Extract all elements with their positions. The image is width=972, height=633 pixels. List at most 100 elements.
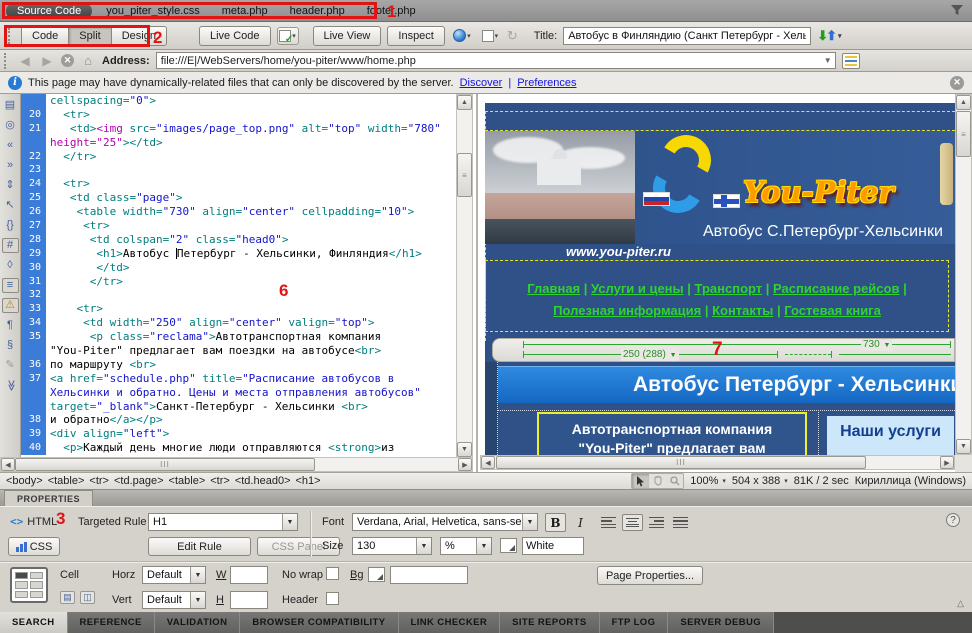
- tag-selector-item[interactable]: <table>: [48, 475, 85, 487]
- discover-link[interactable]: Discover: [460, 77, 503, 89]
- width-field[interactable]: [230, 566, 268, 584]
- align-left-icon[interactable]: [598, 514, 619, 531]
- table-width-bar[interactable]: 730 ▼ 250 (288) ▼: [492, 338, 955, 362]
- inner-width-menu[interactable]: 250 (288) ▼: [621, 349, 679, 361]
- nav-link[interactable]: Главная: [527, 281, 580, 296]
- edit-rule-button[interactable]: Edit Rule: [148, 537, 251, 556]
- bold-button[interactable]: B: [545, 513, 566, 532]
- forward-icon[interactable]: ▶: [39, 54, 55, 68]
- align-justify-icon[interactable]: [670, 514, 691, 531]
- related-file[interactable]: footer.php: [367, 5, 416, 17]
- tag-selector-item[interactable]: <tr>: [210, 475, 230, 487]
- results-tab-browser-compatibility[interactable]: BROWSER COMPATIBILITY: [240, 612, 398, 633]
- syntax-error-alerts-icon[interactable]: ⚠: [2, 298, 19, 313]
- reclama-cell-selected[interactable]: Автотранспортная компания "You-Piter" пр…: [537, 412, 807, 455]
- hand-tool-icon[interactable]: [649, 474, 666, 488]
- tag-selector-item[interactable]: <td.head0>: [235, 475, 291, 487]
- stop-icon[interactable]: ✕: [61, 54, 74, 67]
- services-cell[interactable]: Наши услуги: [827, 416, 954, 455]
- highlight-invalid-code-icon[interactable]: ◊: [2, 258, 19, 273]
- code-scroll-thumb[interactable]: ≡: [457, 153, 472, 197]
- tag-selector-item[interactable]: <table>: [169, 475, 206, 487]
- address-dropdown-icon[interactable]: ▼: [821, 56, 835, 65]
- select-parent-tag-icon[interactable]: ↖: [2, 198, 19, 213]
- home-icon[interactable]: ⌂: [80, 53, 96, 68]
- panel-collapse-icon[interactable]: △: [957, 598, 964, 609]
- code-vertical-scrollbar[interactable]: ▲ ≡ ▼: [456, 94, 473, 458]
- split-cell-icon[interactable]: ◫: [80, 591, 95, 604]
- italic-button[interactable]: I: [570, 513, 591, 532]
- inspect-button[interactable]: Inspect: [387, 26, 444, 46]
- collapse-full-tag-icon[interactable]: «: [2, 138, 19, 153]
- live-view-button[interactable]: Live View: [313, 26, 382, 46]
- live-code-button[interactable]: Live Code: [199, 26, 271, 46]
- word-wrap-icon[interactable]: ≡: [2, 278, 19, 293]
- scroll-left-icon[interactable]: ◀: [1, 458, 15, 471]
- remove-comment-icon[interactable]: §: [2, 338, 19, 353]
- size-unit-select[interactable]: %▼: [440, 537, 492, 555]
- design-canvas[interactable]: You-Piter Автобус С.Петербург-Хельсинки …: [480, 94, 955, 455]
- nav-link[interactable]: Расписание рейсов: [773, 281, 899, 296]
- preferences-link[interactable]: Preferences: [517, 77, 576, 89]
- toolbar-grip[interactable]: [8, 28, 13, 44]
- title-input[interactable]: [563, 27, 811, 45]
- text-color-field[interactable]: [522, 537, 584, 555]
- apply-comment-icon[interactable]: ¶: [2, 318, 19, 333]
- address-input[interactable]: [157, 55, 821, 67]
- tag-selector-item[interactable]: <td.page>: [114, 475, 164, 487]
- results-tab-ftp-log[interactable]: FTP LOG: [600, 612, 669, 633]
- horz-select[interactable]: Default▼: [142, 566, 206, 584]
- nav-link[interactable]: Услуги и цены: [591, 281, 684, 296]
- split-view-button[interactable]: Split: [68, 26, 111, 46]
- balance-braces-icon[interactable]: {}: [2, 218, 19, 233]
- align-right-icon[interactable]: [646, 514, 667, 531]
- css-mode-button[interactable]: CSS: [8, 537, 60, 556]
- code-view-button[interactable]: Code: [21, 26, 69, 46]
- preview-in-browser-icon[interactable]: ▾: [451, 27, 473, 45]
- zoom-tool-icon[interactable]: [666, 474, 683, 488]
- design-vertical-scrollbar[interactable]: ▲ ≡ ▼: [955, 94, 972, 455]
- font-select[interactable]: Verdana, Arial, Helvetica, sans-serif▼: [352, 513, 538, 531]
- scroll-down-icon[interactable]: ▼: [956, 439, 971, 454]
- tag-selector-item[interactable]: <h1>: [296, 475, 321, 487]
- expand-all-icon[interactable]: ⇕: [2, 178, 19, 193]
- align-center-icon[interactable]: [622, 514, 643, 531]
- targeted-rule-select[interactable]: H1▼: [148, 513, 298, 531]
- help-icon[interactable]: ?: [946, 513, 960, 527]
- merge-cells-icon[interactable]: ▤: [60, 591, 75, 604]
- height-field[interactable]: [230, 591, 268, 609]
- no-wrap-checkbox[interactable]: [326, 567, 339, 580]
- file-management-icon[interactable]: ⬇⬆▾: [817, 28, 841, 44]
- results-tab-server-debug[interactable]: SERVER DEBUG: [668, 612, 774, 633]
- html-mode-button[interactable]: <> HTML: [10, 515, 57, 528]
- nav-link[interactable]: Транспорт: [695, 281, 763, 296]
- size-select[interactable]: 130▼: [352, 537, 432, 555]
- results-tab-validation[interactable]: VALIDATION: [155, 612, 241, 633]
- scroll-up-icon[interactable]: ▲: [457, 95, 472, 110]
- outer-width-menu[interactable]: 730 ▼: [861, 339, 892, 351]
- address-bar-grip[interactable]: [4, 53, 9, 69]
- view-options-icon[interactable]: [842, 53, 860, 69]
- line-numbers-icon[interactable]: #: [2, 238, 19, 253]
- validate-markup-icon[interactable]: ▾: [479, 27, 501, 45]
- code-horizontal-scrollbar[interactable]: ◀ III ▶: [0, 457, 473, 472]
- filter-related-files-icon[interactable]: [950, 4, 964, 19]
- vert-select[interactable]: Default▼: [142, 591, 206, 609]
- open-documents-icon[interactable]: ▤: [2, 98, 19, 113]
- close-info-bar-icon[interactable]: ✕: [950, 76, 964, 90]
- properties-tab[interactable]: PROPERTIES: [4, 490, 93, 506]
- scroll-left-icon[interactable]: ◀: [481, 456, 495, 469]
- magnification-select[interactable]: 100%▾: [690, 475, 726, 487]
- results-tab-search[interactable]: SEARCH: [0, 612, 68, 633]
- header-checkbox[interactable]: [326, 592, 339, 605]
- design-horizontal-scrollbar[interactable]: ◀ III ▶: [480, 455, 955, 470]
- design-view-button[interactable]: Design: [111, 26, 167, 46]
- scroll-down-icon[interactable]: ▼: [457, 442, 472, 457]
- scroll-right-icon[interactable]: ▶: [458, 458, 472, 471]
- results-tab-link-checker[interactable]: LINK CHECKER: [399, 612, 501, 633]
- related-file[interactable]: you_piter_style.css: [106, 5, 200, 17]
- select-tool-icon[interactable]: [632, 474, 649, 488]
- bg-color-swatch[interactable]: [368, 567, 385, 582]
- nav-link[interactable]: Полезная информация: [553, 303, 701, 318]
- collapse-selection-icon[interactable]: »: [2, 158, 19, 173]
